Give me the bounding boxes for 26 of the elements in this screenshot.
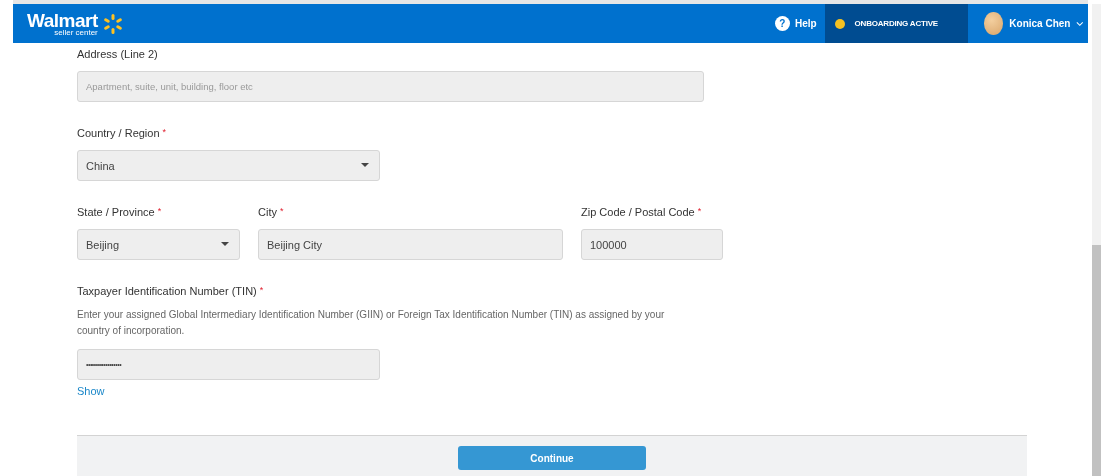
walmart-logo[interactable]: Walmart [27, 10, 98, 30]
spark-icon [101, 12, 124, 35]
scrollbar-thumb[interactable] [1092, 245, 1101, 476]
dropdown-arrow-icon [361, 163, 369, 168]
dropdown[interactable]: Beijing [77, 229, 240, 260]
status-label: ONBOARDING ACTIVE [854, 19, 938, 28]
dropdown-arrow-icon [221, 242, 229, 247]
dropdown[interactable]: China [77, 150, 380, 181]
field-label: Taxpayer Identification Number (TIN) * [77, 285, 265, 299]
field-label: City * [258, 206, 285, 220]
field-label: State / Province * [77, 206, 163, 220]
input-field[interactable]: Apartment, suite, unit, building, floor etc [77, 71, 704, 102]
input-field[interactable]: 100000 [581, 229, 723, 260]
avatar [984, 12, 1004, 35]
logo-subtitle: seller center [54, 28, 98, 37]
help-link[interactable]: ? Help [774, 16, 817, 31]
help-icon: ? [774, 16, 790, 31]
field-label: Country / Region * [77, 127, 168, 141]
input-field[interactable]: Beijing City [258, 229, 563, 260]
field-label: Zip Code / Postal Code * [581, 206, 703, 220]
user-menu[interactable]: Konica Chen [968, 12, 1088, 35]
field-label: Address (Line 2) [77, 48, 159, 62]
chevron-down-icon [1076, 20, 1084, 27]
continue-button[interactable]: Continue [458, 446, 646, 470]
field-description: Enter your assigned Global Intermediary Identification Number (GIIN) or Foreign Tax Identification Number (TIN) as assigned by your country of incorporation. [77, 308, 666, 338]
show-link[interactable]: Show [77, 385, 692, 397]
